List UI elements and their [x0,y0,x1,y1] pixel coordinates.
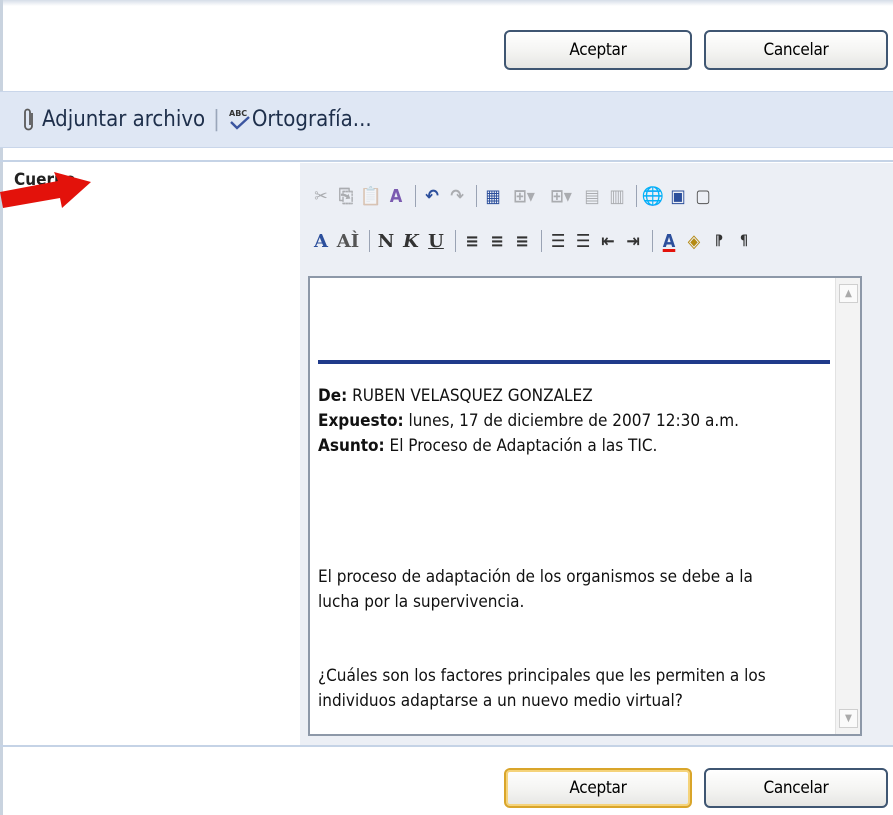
horizontal-rule [318,360,830,364]
toolbar-separator [476,185,477,207]
toolbar-separator [369,230,370,252]
numbered-list-icon[interactable]: ☰ [547,230,569,252]
message-body-editor[interactable]: De: RUBEN VELASQUEZ GONZALEZ Expuesto: l… [308,276,862,736]
posted-value: lunes, 17 de diciembre de 2007 12:30 a.m… [408,411,739,431]
merge-cells-icon[interactable]: ▤ [581,185,603,207]
toolbar-separator: | [213,107,220,132]
text-color-icon[interactable]: A [658,230,680,252]
decrease-indent-icon[interactable]: ⇤ [597,230,619,252]
paragraph-2-line-2: individuos adaptarse a un nuevo medio vi… [318,691,683,711]
accept-button-top[interactable]: Aceptar [504,30,692,70]
cancel-button-top[interactable]: Cancelar [704,30,888,70]
toolbar-separator [652,230,653,252]
paste-icon[interactable]: 📋 [360,185,382,207]
align-center-icon[interactable]: ≡ [486,230,508,252]
editor-toolbar-row-1: ✂ ⎘ 📋 A ↶ ↷ ▦ ⊞▾ ⊞▾ ▤ ▥ 🌐 ▣ ▢ [310,181,717,211]
underline-icon[interactable]: U [425,230,447,252]
ltr-direction-icon[interactable]: ⁋ [708,230,730,252]
split-cells-icon[interactable]: ▥ [606,185,628,207]
edit-html-icon[interactable]: ▢ [692,185,714,207]
font-size-icon[interactable]: AÌ [335,230,361,252]
attach-file-label: Adjuntar archivo [42,107,206,132]
paragraph-2-line-1: ¿Cuáles son los factores principales que… [318,666,766,686]
scroll-up-icon[interactable]: ▲ [839,284,858,303]
attach-file-link[interactable]: Adjuntar archivo [22,107,205,133]
paperclip-icon [22,107,36,133]
insert-row-icon[interactable]: ⊞▾ [507,185,541,207]
spelling-link[interactable]: ABC Ortografía... [228,107,372,133]
cut-icon[interactable]: ✂ [310,185,332,207]
copy-icon[interactable]: ⎘ [335,185,357,207]
font-icon[interactable]: A [310,230,332,252]
subject-value: El Proceso de Adaptación a las TIC. [389,436,658,456]
attachment-toolbar: Adjuntar archivo | ABC Ortografía... [0,91,893,148]
increase-indent-icon[interactable]: ⇥ [622,230,644,252]
red-arrow-annotation [0,172,91,208]
subject-line: Asunto: El Proceso de Adaptación a las T… [318,434,823,459]
toolbar-separator [636,185,637,207]
vertical-scrollbar[interactable]: ▲ ▼ [835,278,860,734]
insert-column-icon[interactable]: ⊞▾ [544,185,578,207]
spellcheck-icon: ABC [228,107,252,133]
svg-text:ABC: ABC [229,109,247,118]
toolbar-separator [415,185,416,207]
paragraph-1-line-1: El proceso de adaptación de los organism… [318,567,753,587]
section-divider-bottom [0,745,893,747]
align-left-icon[interactable]: ≡ [461,230,483,252]
format-painter-icon[interactable]: A [385,185,407,207]
spelling-label: Ortografía... [251,107,372,132]
undo-icon[interactable]: ↶ [421,185,443,207]
rtl-direction-icon[interactable]: ¶ [733,230,755,252]
posted-line: Expuesto: lunes, 17 de diciembre de 2007… [318,409,823,434]
from-value: RUBEN VELASQUEZ GONZALEZ [352,386,593,406]
align-right-icon[interactable]: ≡ [511,230,533,252]
window-top-edge [0,0,893,6]
from-label: De: [318,386,348,406]
paragraph-1-line-2: lucha por la supervivencia. [318,592,525,612]
redo-icon[interactable]: ↷ [446,185,468,207]
insert-image-icon[interactable]: ▣ [667,185,689,207]
toolbar-separator [455,230,456,252]
insert-table-icon[interactable]: ▦ [482,185,504,207]
bullet-list-icon[interactable]: ☰ [572,230,594,252]
scroll-down-icon[interactable]: ▼ [839,709,858,728]
section-divider-top [0,160,893,162]
insert-link-icon[interactable]: 🌐 [642,185,664,207]
accept-button-bottom[interactable]: Aceptar [504,768,692,808]
italic-icon[interactable]: K [400,230,422,252]
posted-label: Expuesto: [318,411,404,431]
cancel-button-bottom[interactable]: Cancelar [704,768,888,808]
bold-icon[interactable]: N [375,230,397,252]
from-line: De: RUBEN VELASQUEZ GONZALEZ [318,384,823,409]
editor-toolbar-row-2: A AÌ N K U ≡ ≡ ≡ ☰ ☰ ⇤ ⇥ A ◈ ⁋ ¶ [310,226,758,256]
subject-label: Asunto: [318,436,385,456]
highlight-color-icon[interactable]: ◈ [683,230,705,252]
toolbar-separator [541,230,542,252]
